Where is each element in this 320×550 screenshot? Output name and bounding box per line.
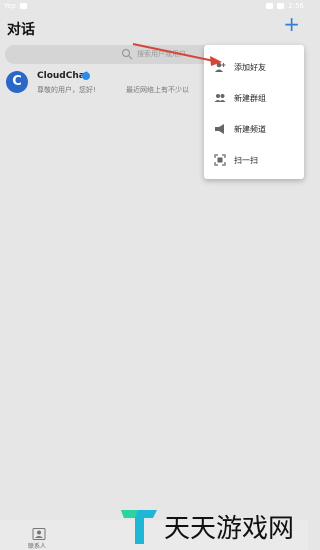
group-icon	[214, 94, 226, 102]
menu-item-new-channel[interactable]: 新建频道	[204, 114, 304, 144]
notification-icon	[20, 3, 28, 9]
search-input[interactable]: 搜索用户或用户	[5, 45, 235, 64]
chat-preview-secondary: 最近网络上有不少以	[126, 86, 189, 94]
wifi-icon	[266, 3, 274, 9]
menu-item-new-group[interactable]: 新建群组	[204, 83, 304, 113]
page-title: 对话	[7, 22, 35, 38]
watermark-text: 天天游戏网	[164, 514, 295, 544]
menu-item-scan[interactable]: 扫一扫	[204, 145, 304, 175]
chat-preview: 尊敬的用户，您好!	[37, 86, 96, 94]
menu-item-add-friend[interactable]: 添加好友	[204, 52, 304, 82]
watermark: 天天游戏网	[118, 505, 304, 547]
status-bar: Yep 2:56	[0, 0, 308, 12]
menu-item-label: 新建频道	[234, 125, 266, 134]
megaphone-icon	[215, 124, 224, 134]
contacts-icon[interactable]	[32, 528, 46, 540]
add-friend-icon	[215, 62, 226, 72]
battery-icon	[277, 3, 285, 9]
search-placeholder: 搜索用户或用户	[137, 50, 186, 58]
menu-item-label: 扫一扫	[234, 156, 258, 165]
clock: 2:56	[288, 2, 304, 10]
watermark-logo	[121, 510, 157, 544]
dropdown-menu: 添加好友 新建群组 新建频道 扫一扫	[204, 45, 304, 179]
menu-item-label: 新建群组	[234, 94, 266, 103]
scan-icon	[214, 154, 226, 166]
avatar: C	[6, 71, 28, 93]
plus-icon[interactable]: +	[283, 14, 300, 34]
contacts-label: 联系人	[28, 543, 47, 550]
menu-item-label: 添加好友	[234, 63, 266, 72]
verified-icon	[82, 72, 90, 80]
search-icon	[121, 48, 133, 60]
carrier-text: Yep	[4, 2, 17, 10]
app-header: 对话 +	[0, 12, 308, 44]
